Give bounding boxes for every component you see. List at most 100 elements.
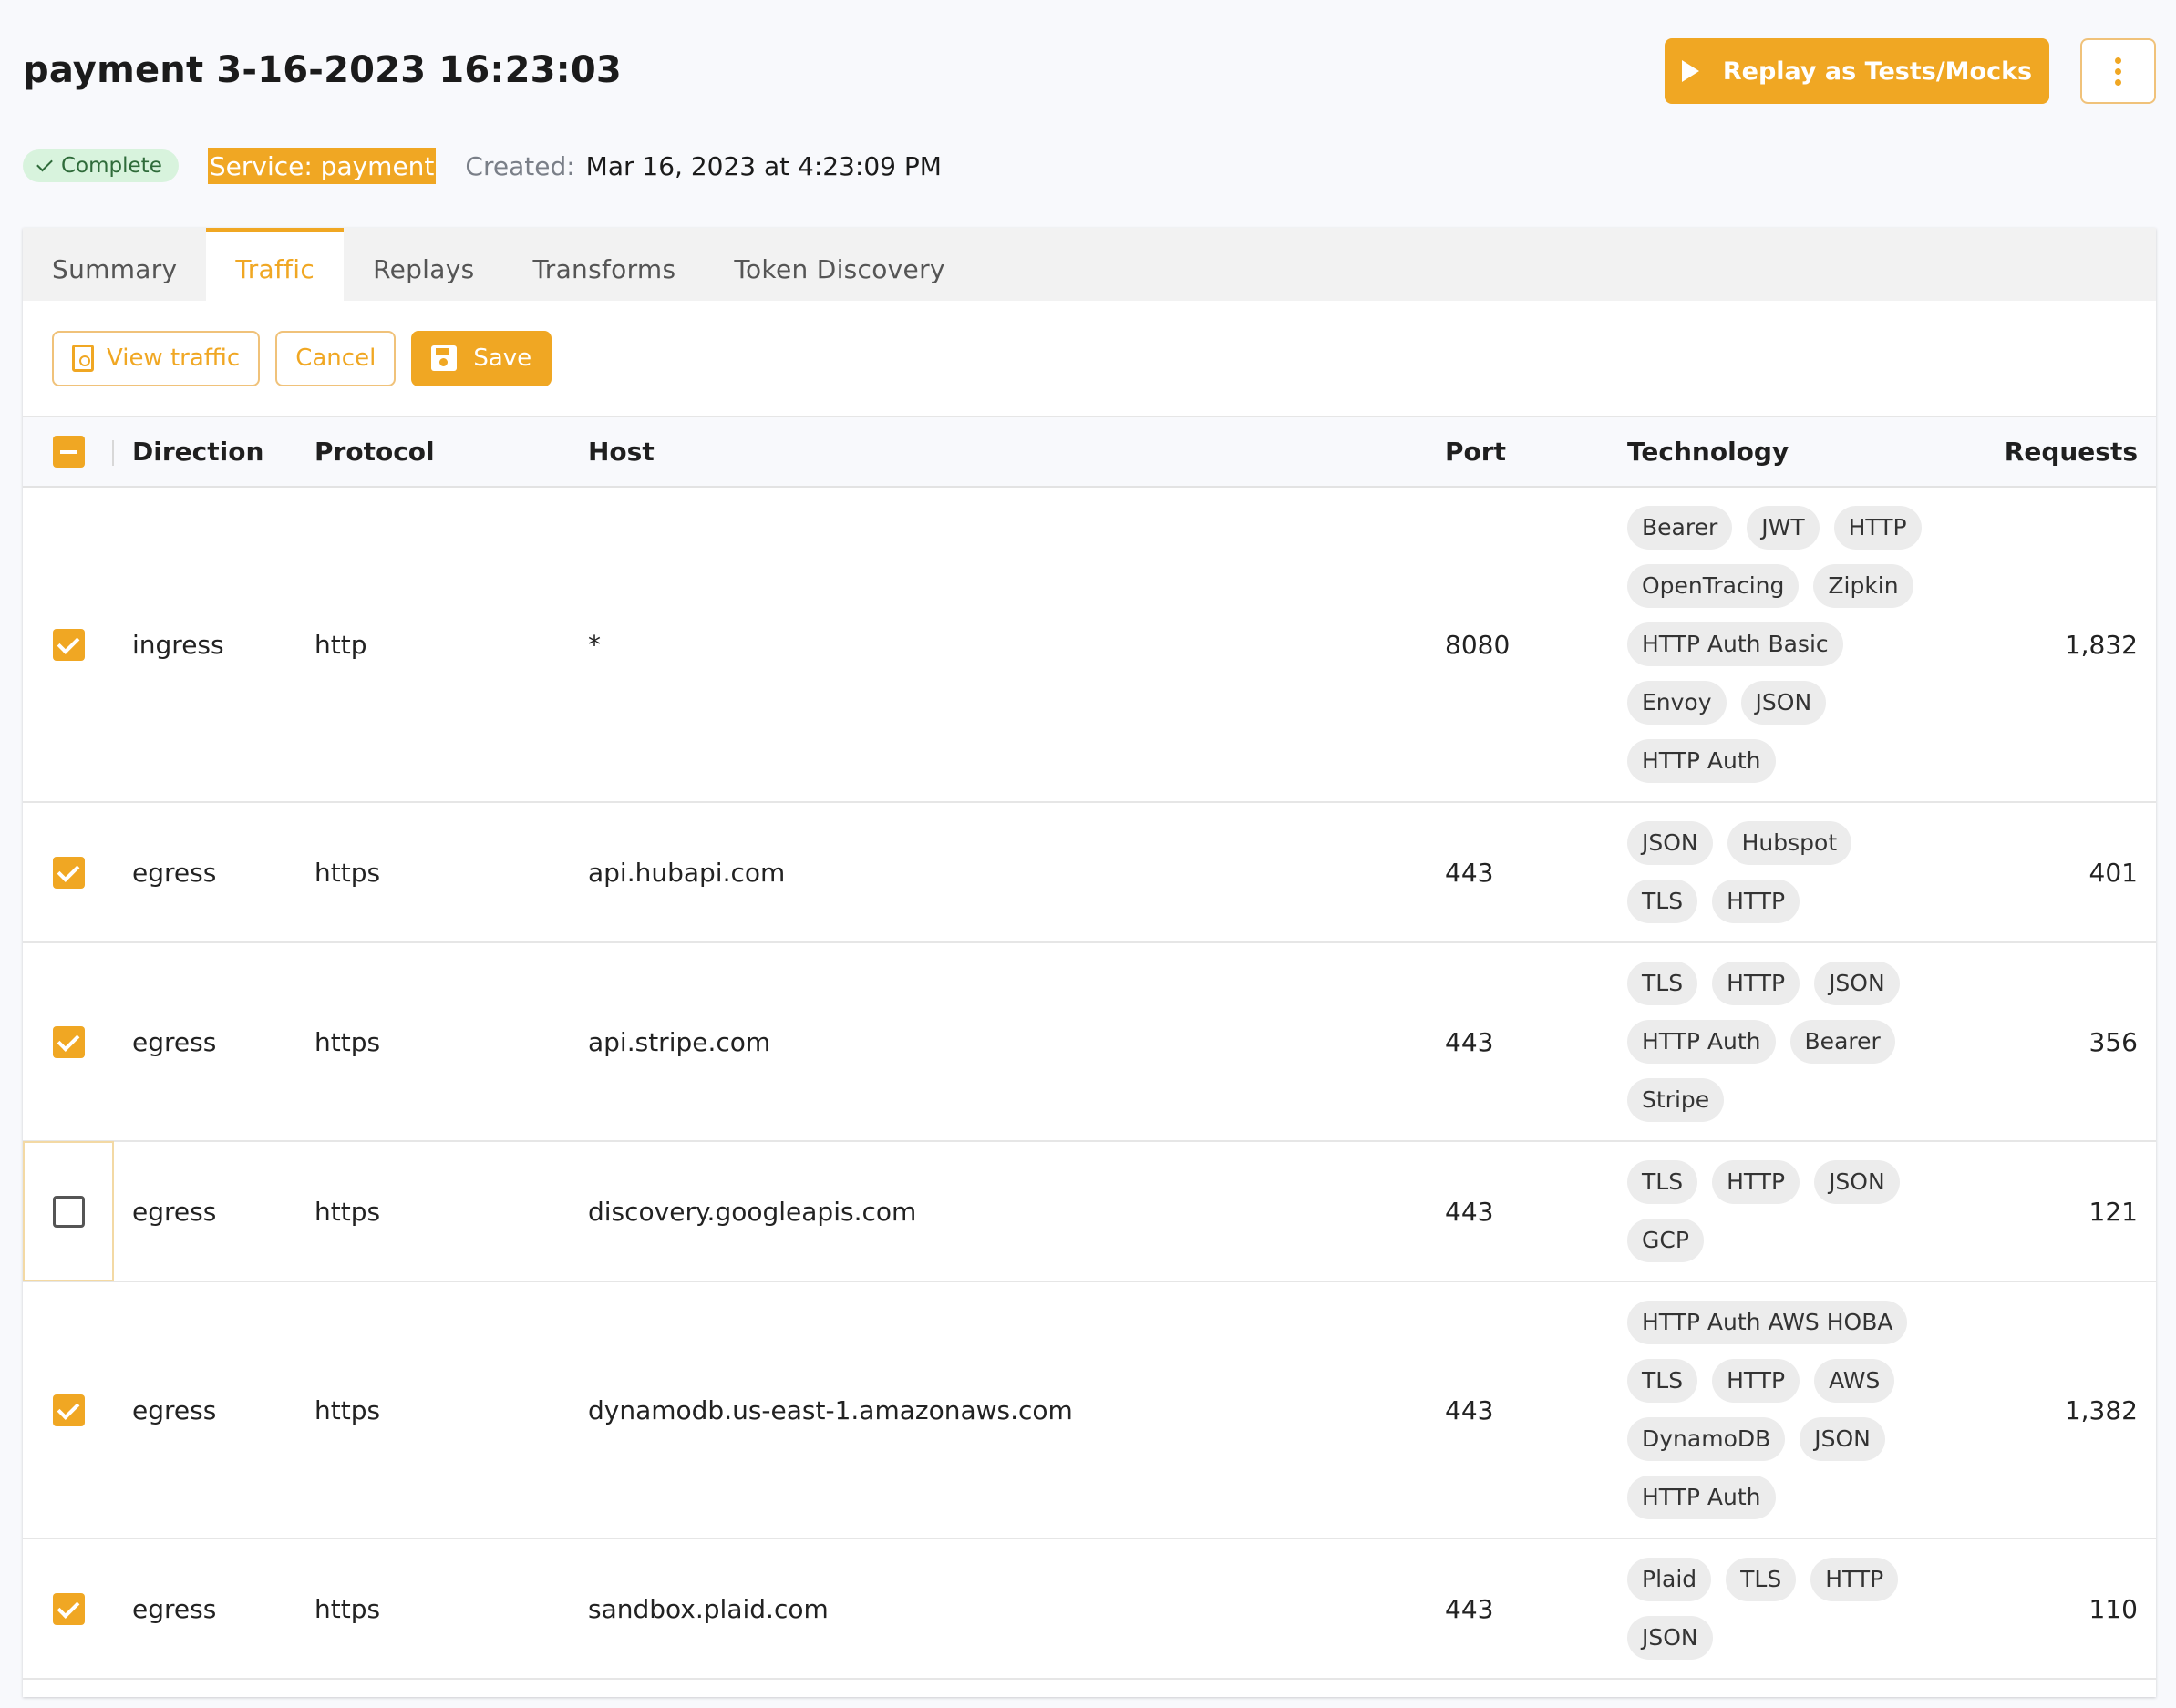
tab-replays[interactable]: Replays <box>344 228 503 301</box>
tab-token-discovery[interactable]: Token Discovery <box>705 228 974 301</box>
protocol-cell: https <box>296 1538 570 1680</box>
row-select-cell <box>23 1141 114 1282</box>
technology-chip: HTTP <box>1712 962 1800 1005</box>
save-label: Save <box>473 345 532 372</box>
technology-chip-list: TLS HTTP JSON HTTP Auth Bearer Stripe <box>1627 943 1928 1140</box>
technology-chip: HTTP Auth Basic <box>1627 622 1843 666</box>
technology-chip: HTTP Auth <box>1627 1476 1776 1519</box>
technology-chip: JSON <box>1627 1616 1713 1660</box>
direction-cell: egress <box>114 1538 296 1680</box>
more-vertical-icon <box>2115 57 2121 64</box>
host-cell: dynamodb.us-east-1.amazonaws.com <box>570 1281 1427 1539</box>
technology-chip: HTTP <box>1810 1558 1899 1601</box>
protocol-cell: https <box>296 1281 570 1539</box>
technology-chip: Plaid <box>1627 1558 1712 1601</box>
row-select-cell <box>23 802 114 943</box>
more-vertical-icon-dot <box>2115 67 2121 75</box>
column-header-host[interactable]: Host <box>570 417 1427 488</box>
column-header-direction[interactable]: Direction <box>114 417 296 488</box>
technology-chip-list: HTTP Auth AWS HOBA TLS HTTP AWS DynamoDB JSON… <box>1627 1282 1928 1538</box>
view-traffic-button[interactable]: View traffic <box>52 330 261 386</box>
technology-chip: JSON <box>1740 681 1827 725</box>
technology-chip: HTTP <box>1833 506 1922 550</box>
row-checkbox[interactable] <box>52 1394 85 1426</box>
host-cell: api.stripe.com <box>570 942 1427 1142</box>
protocol-cell: http <box>296 487 570 803</box>
tab-traffic[interactable]: Traffic <box>206 228 345 301</box>
row-select-cell <box>23 487 114 803</box>
direction-cell: egress <box>114 942 296 1142</box>
select-all-header <box>23 417 114 488</box>
replay-button-label: Replay as Tests/Mocks <box>1722 57 2033 86</box>
column-header-technology[interactable]: Technology <box>1609 417 1937 488</box>
technology-chip: JSON <box>1627 821 1713 865</box>
column-header-protocol[interactable]: Protocol <box>296 417 570 488</box>
technology-chip-list: TLS HTTP JSON GCP <box>1627 1142 1928 1281</box>
table-row[interactable]: egress https dynamodb.us-east-1.amazonaws.… <box>23 1281 2156 1539</box>
host-cell: sandbox.plaid.com <box>570 1538 1427 1680</box>
select-all-checkbox[interactable] <box>52 436 85 468</box>
traffic-toolbar: View traffic Cancel Save <box>23 301 2156 417</box>
port-cell: 8080 <box>1427 487 1609 803</box>
service-label: Service: payment <box>207 148 437 184</box>
host-cell: discovery.googleapis.com <box>570 1141 1427 1282</box>
technology-chip: JWT <box>1747 506 1820 550</box>
technology-chip: HTTP Auth <box>1627 1020 1776 1064</box>
status-badge: Complete <box>23 149 179 182</box>
technology-chip-list: Plaid TLS HTTP JSON <box>1627 1539 1928 1678</box>
save-button[interactable]: Save <box>411 330 552 386</box>
technology-chip: TLS <box>1627 880 1698 923</box>
requests-cell: 1,382 <box>1937 1281 2156 1539</box>
table-header-row: Direction Protocol Host Port Technology … <box>23 417 2156 488</box>
snapshot-meta: Complete Service: payment Created: Mar 1… <box>23 148 942 184</box>
table-row[interactable]: ingress http * 8080 Bearer JWT HTTP OpenTracing… <box>23 487 2156 803</box>
column-header-port[interactable]: Port <box>1427 417 1609 488</box>
table-row[interactable]: egress https api.hubapi.com 443 JSON Hubspot T… <box>23 802 2156 943</box>
technology-chip: TLS <box>1627 1359 1698 1403</box>
technology-chip: Envoy <box>1627 681 1727 725</box>
row-checkbox[interactable] <box>52 1195 85 1228</box>
technology-chip: HTTP <box>1712 880 1800 923</box>
row-checkbox[interactable] <box>52 856 85 889</box>
technology-cell: TLS HTTP JSON GCP <box>1609 1141 1937 1282</box>
tab-summary[interactable]: Summary <box>23 228 206 301</box>
column-header-requests[interactable]: Requests <box>1937 417 2156 488</box>
table-row[interactable]: egress https sandbox.plaid.com 443 Plaid TLS H… <box>23 1538 2156 1680</box>
replay-as-tests-mocks-button[interactable]: Replay as Tests/Mocks <box>1665 38 2049 104</box>
row-select-cell <box>23 1281 114 1539</box>
more-options-button[interactable] <box>2080 38 2156 104</box>
port-cell: 443 <box>1427 942 1609 1142</box>
protocol-cell: https <box>296 942 570 1142</box>
technology-chip: Hubspot <box>1727 821 1852 865</box>
requests-cell: 356 <box>1937 942 2156 1142</box>
table-row[interactable]: egress https discovery.googleapis.com 443 TL… <box>23 1141 2156 1282</box>
direction-cell: egress <box>114 1141 296 1282</box>
port-cell: 443 <box>1427 1281 1609 1539</box>
technology-chip: OpenTracing <box>1627 564 1800 608</box>
row-checkbox[interactable] <box>52 628 85 661</box>
host-cell: api.hubapi.com <box>570 802 1427 943</box>
row-select-cell <box>23 942 114 1142</box>
page-header: payment 3-16-2023 16:23:03 Replay as Tes… <box>23 38 2156 104</box>
technology-chip: Bearer <box>1627 506 1733 550</box>
technology-cell: TLS HTTP JSON HTTP Auth Bearer Stripe <box>1609 942 1937 1142</box>
protocol-cell: https <box>296 1141 570 1282</box>
technology-chip: TLS <box>1627 1160 1698 1204</box>
cancel-label: Cancel <box>295 345 376 372</box>
view-traffic-label: View traffic <box>107 345 241 372</box>
requests-cell: 121 <box>1937 1141 2156 1282</box>
technology-chip: HTTP <box>1712 1160 1800 1204</box>
port-cell: 443 <box>1427 1141 1609 1282</box>
technology-cell: HTTP Auth AWS HOBA TLS HTTP AWS DynamoDB JSON… <box>1609 1281 1937 1539</box>
tab-transforms[interactable]: Transforms <box>503 228 705 301</box>
cancel-button[interactable]: Cancel <box>275 330 397 386</box>
technology-chip: JSON <box>1814 962 1900 1005</box>
host-cell: * <box>570 487 1427 803</box>
document-search-icon <box>72 345 94 372</box>
row-checkbox[interactable] <box>52 1592 85 1625</box>
row-checkbox[interactable] <box>52 1025 85 1058</box>
table-row[interactable]: egress https api.stripe.com 443 TLS HTTP JSON H… <box>23 942 2156 1142</box>
status-text: Complete <box>61 154 162 178</box>
port-cell: 443 <box>1427 1538 1609 1680</box>
technology-chip: Zipkin <box>1813 564 1913 608</box>
